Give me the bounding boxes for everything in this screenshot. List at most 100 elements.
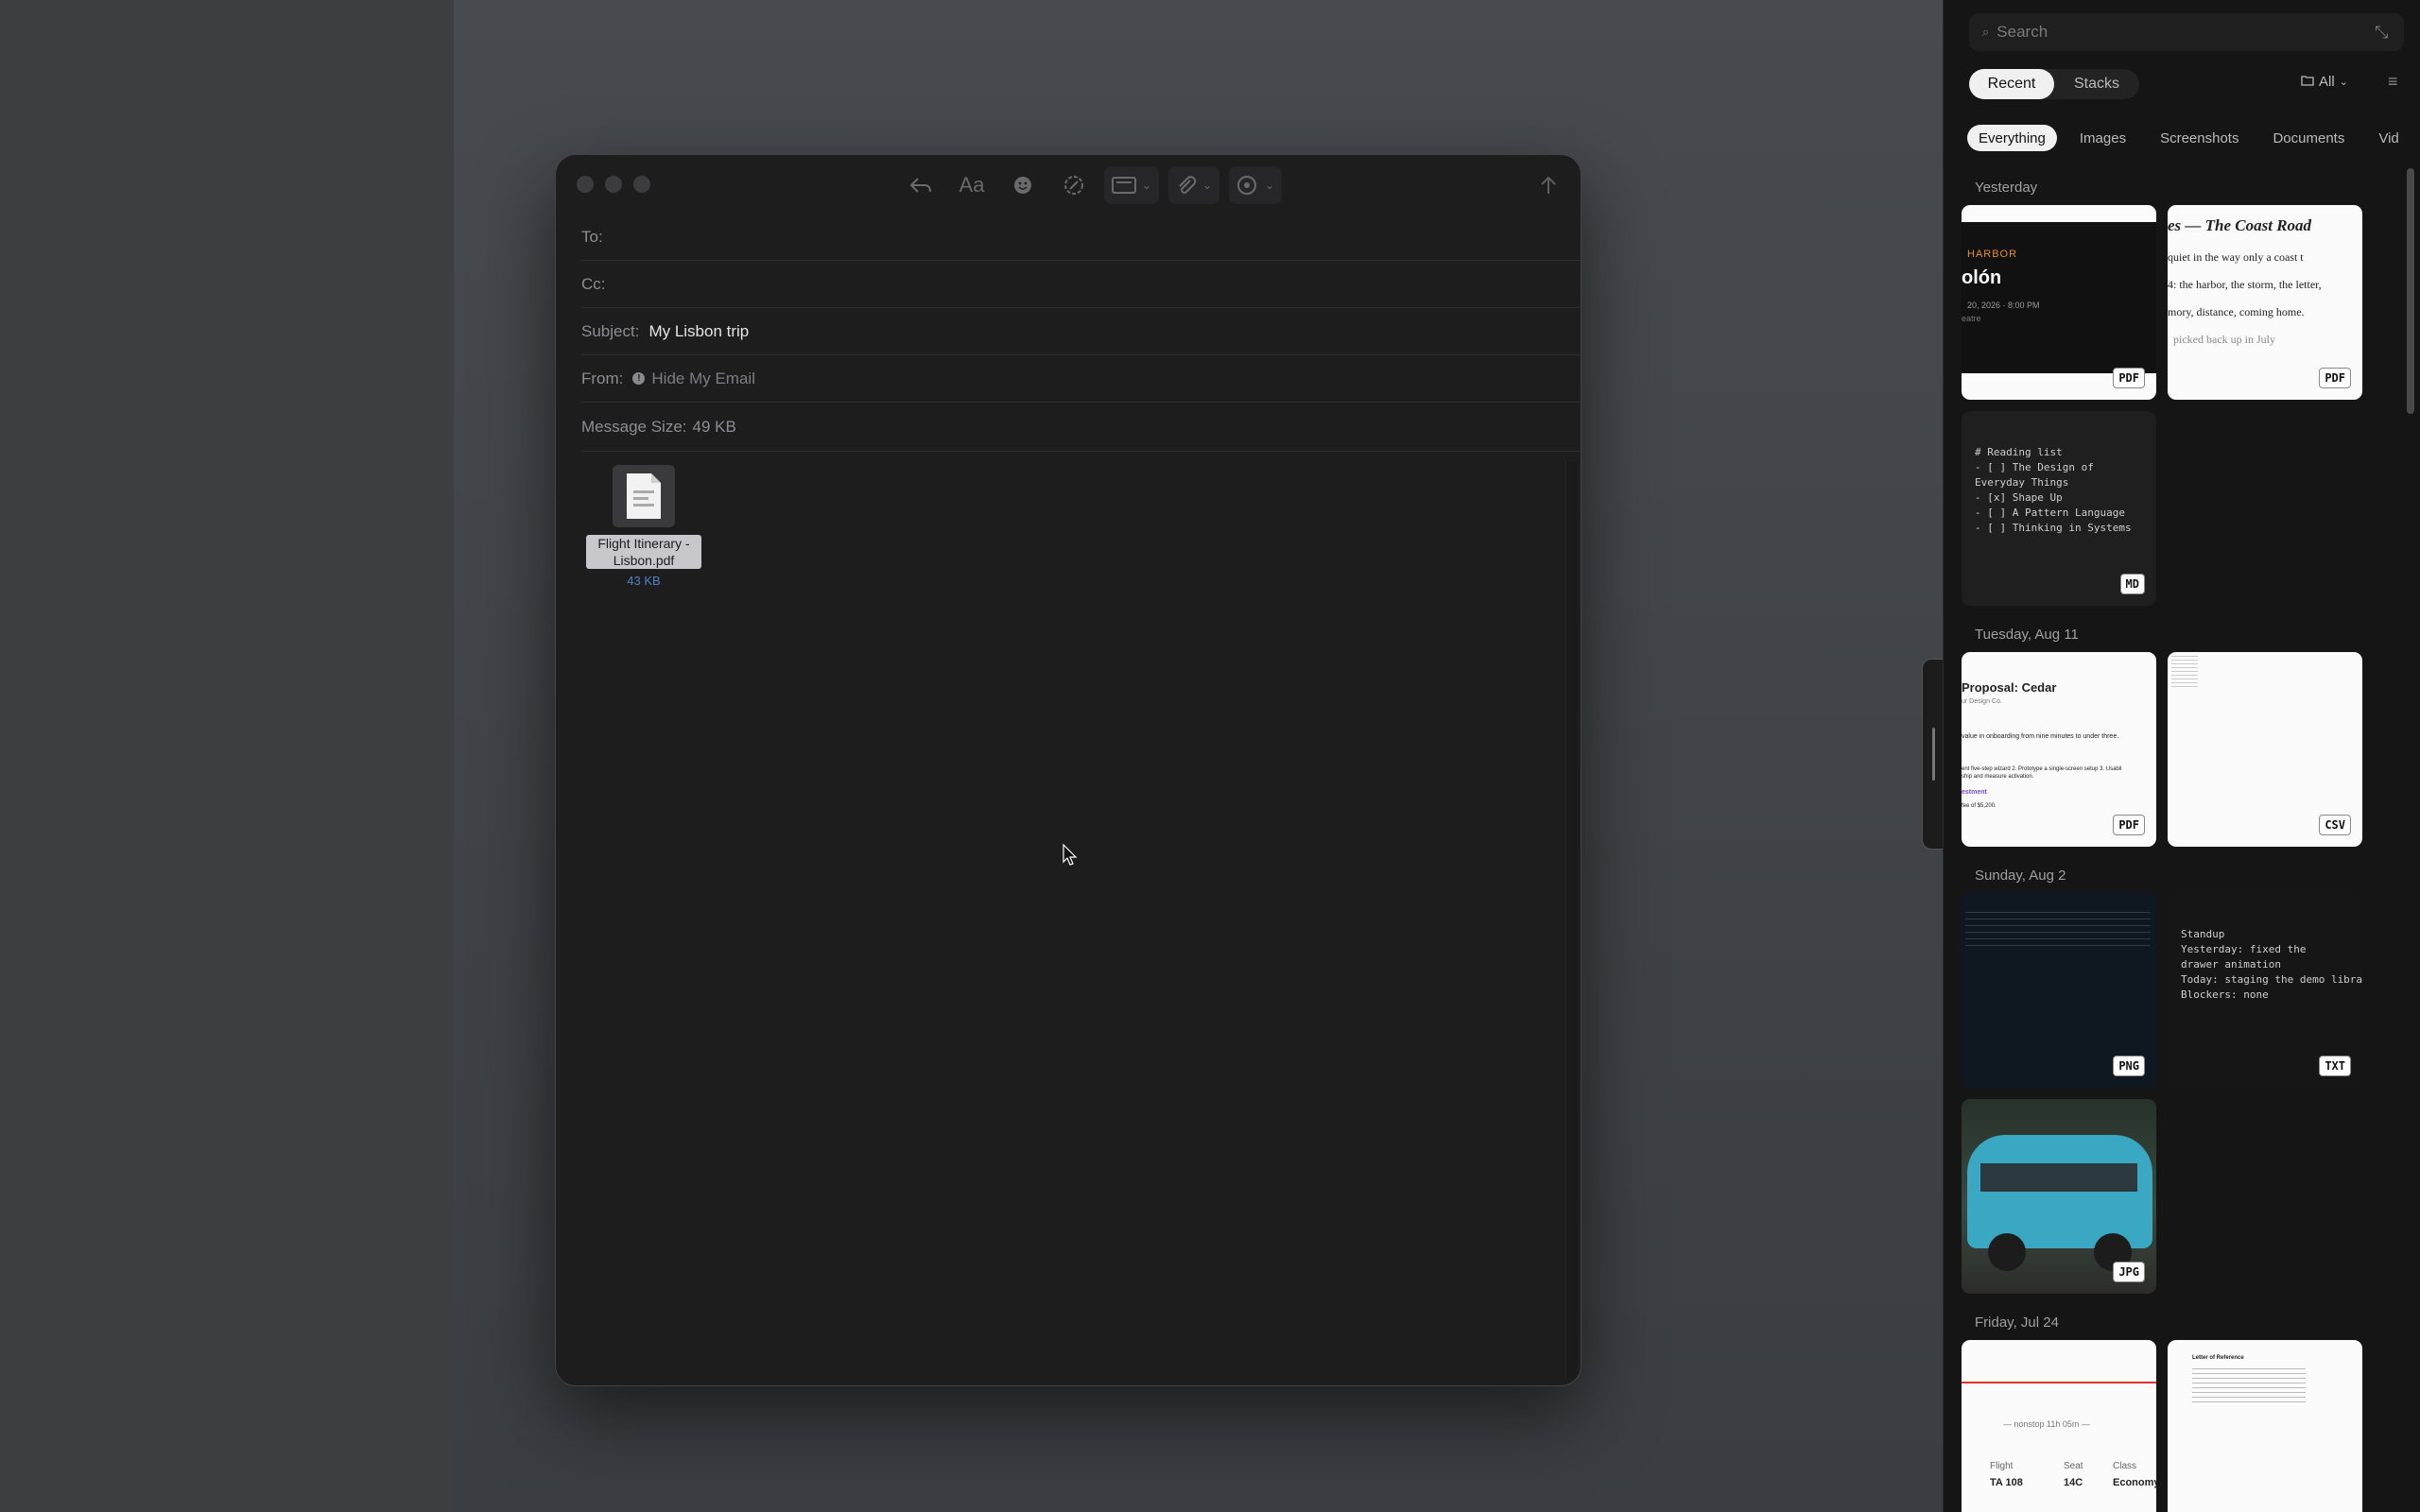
panel-drag-handle[interactable] bbox=[1922, 659, 1943, 850]
file-grid: Proposal: Cedar ur Design Co. value in o… bbox=[1962, 652, 2396, 847]
reply-icon[interactable] bbox=[900, 166, 942, 204]
to-field[interactable]: To: bbox=[581, 214, 1581, 261]
folder-icon bbox=[2301, 74, 2314, 90]
close-button[interactable] bbox=[577, 176, 594, 193]
writing-tools-icon[interactable] bbox=[1053, 166, 1095, 204]
format-button[interactable]: Aa bbox=[951, 166, 993, 204]
from-field: From: ! Hide My Email bbox=[581, 355, 1581, 403]
card-text: Proposal: Cedar bbox=[1962, 680, 2057, 695]
from-selector[interactable]: ! Hide My Email bbox=[632, 369, 755, 388]
compose-toolbar: Aa ⌄ ⌄ ⌄ bbox=[900, 166, 1283, 204]
file-card-screenshot-png[interactable]: PNG bbox=[1962, 893, 2156, 1088]
card-text: Economy bbox=[2113, 1477, 2156, 1488]
desktop-left bbox=[0, 0, 454, 1512]
section-title: Friday, Jul 24 bbox=[1975, 1314, 2059, 1331]
card-text: picked back up in July bbox=[2173, 333, 2275, 346]
search-input[interactable] bbox=[1996, 23, 2338, 42]
card-text: fee of $5,200. bbox=[1962, 803, 1996, 809]
card-text: ur Design Co. bbox=[1962, 698, 2002, 705]
body-scrollbar[interactable] bbox=[1565, 461, 1577, 1378]
file-type-badge: PDF bbox=[2113, 815, 2145, 835]
recent-files-list: Yesterday HARBOR olón 20, 2026 · 8:00 PM… bbox=[1944, 180, 2407, 1512]
card-text: quiet in the way only a coast t bbox=[2168, 250, 2304, 264]
attach-menu[interactable]: ⌄ bbox=[1168, 166, 1220, 204]
file-type-badge: PDF bbox=[2319, 368, 2351, 388]
file-card-proposal-pdf[interactable]: Proposal: Cedar ur Design Co. value in o… bbox=[1962, 652, 2156, 847]
chevron-down-icon: ⌄ bbox=[1142, 179, 1152, 192]
file-grid: PNG Standup Yesterday: fixed the drawer … bbox=[1962, 893, 2396, 1294]
view-segmented-control: Recent Stacks bbox=[1969, 69, 2139, 99]
section-title: Sunday, Aug 2 bbox=[1975, 868, 2066, 884]
cc-label: Cc: bbox=[581, 274, 606, 293]
pdf-document-icon bbox=[613, 465, 675, 527]
chip-documents[interactable]: Documents bbox=[2261, 125, 2356, 151]
emoji-icon[interactable] bbox=[1002, 166, 1044, 204]
card-text: — nonstop 11h 05m — bbox=[2003, 1419, 2090, 1429]
from-value: Hide My Email bbox=[651, 369, 755, 387]
file-card-table-csv[interactable]: CSV bbox=[2168, 652, 2362, 847]
card-text: es — The Coast Road bbox=[2168, 216, 2312, 234]
screenshot-thumbnail bbox=[1965, 912, 2151, 950]
card-accent-bar bbox=[1962, 1382, 2156, 1383]
file-card-concert-pdf[interactable]: HARBOR olón 20, 2026 · 8:00 PM eatre PDF bbox=[1962, 205, 2156, 400]
file-card-van-photo-jpg[interactable]: JPG bbox=[1962, 1099, 2156, 1294]
card-text: mory, distance, coming home. bbox=[2168, 305, 2305, 318]
file-type-badge: MD bbox=[2119, 574, 2145, 594]
file-grid: — nonstop 11h 05m — Flight Seat Class TA… bbox=[1962, 1340, 2396, 1512]
tab-stacks[interactable]: Stacks bbox=[2054, 69, 2139, 99]
chip-screenshots[interactable]: Screenshots bbox=[2149, 125, 2250, 151]
photo-thumbnail bbox=[1967, 1135, 2152, 1248]
attachment[interactable]: Flight Itinerary - Lisbon.pdf 43 KB bbox=[584, 465, 703, 588]
file-card-coast-road-pdf[interactable]: es — The Coast Road quiet in the way onl… bbox=[2168, 205, 2362, 400]
card-text: 14C bbox=[2064, 1477, 2083, 1488]
attachment-name: Flight Itinerary - Lisbon.pdf bbox=[586, 535, 701, 569]
subject-label: Subject: bbox=[581, 321, 640, 340]
cc-field[interactable]: Cc: bbox=[581, 261, 1581, 308]
panel-scrollbar[interactable] bbox=[2407, 168, 2414, 414]
file-card-boarding-pass[interactable]: — nonstop 11h 05m — Flight Seat Class TA… bbox=[1962, 1340, 2156, 1512]
send-button[interactable] bbox=[1530, 166, 1567, 204]
mouse-pointer-icon bbox=[1063, 843, 1078, 871]
card-text: 20, 2026 · 8:00 PM bbox=[1967, 301, 2040, 310]
chevron-down-icon: ⌄ bbox=[1202, 179, 1213, 192]
expand-icon[interactable]: ⤡ bbox=[2375, 23, 2388, 43]
message-size-value: 49 KB bbox=[692, 417, 736, 436]
file-card-reference-letter[interactable]: Letter of Reference bbox=[2168, 1340, 2362, 1512]
paperclip-icon bbox=[1176, 175, 1197, 196]
subject-value[interactable]: My Lisbon trip bbox=[648, 322, 749, 341]
file-card-standup-txt[interactable]: Standup Yesterday: fixed the drawer anim… bbox=[2168, 893, 2362, 1088]
filter-icon[interactable]: ≡ bbox=[2388, 72, 2398, 92]
photo-browser-menu[interactable]: ⌄ bbox=[1229, 166, 1283, 204]
header-fields-menu[interactable]: ⌄ bbox=[1104, 166, 1160, 204]
tab-recent[interactable]: Recent bbox=[1969, 69, 2054, 99]
chevron-down-icon: ⌄ bbox=[2339, 77, 2348, 88]
message-size-label: Message Size: bbox=[581, 417, 687, 436]
to-label: To: bbox=[581, 227, 603, 246]
file-type-badge: PDF bbox=[2113, 368, 2145, 388]
chip-videos[interactable]: Vid bbox=[2367, 125, 2410, 151]
mail-compose-window: Aa ⌄ ⌄ ⌄ To: Cc: Subject: My Lisbon trip… bbox=[555, 154, 1582, 1386]
chip-images[interactable]: Images bbox=[2068, 125, 2137, 151]
card-text: Class bbox=[2113, 1461, 2137, 1471]
message-body[interactable]: Flight Itinerary - Lisbon.pdf 43 KB bbox=[556, 452, 1581, 1385]
scope-label: All bbox=[2319, 74, 2335, 90]
minimize-button[interactable] bbox=[605, 176, 622, 193]
scope-menu[interactable]: All ⌄ bbox=[2301, 74, 2348, 90]
spreadsheet-thumbnail bbox=[2171, 656, 2198, 690]
card-text: estment bbox=[1962, 789, 1987, 796]
card-text: TA 108 bbox=[1990, 1477, 2023, 1488]
card-text: Standup Yesterday: fixed the drawer anim… bbox=[2181, 928, 2362, 1001]
card-text: eatre bbox=[1962, 314, 1981, 323]
letter-thumbnail bbox=[2192, 1368, 2306, 1406]
card-text: HARBOR bbox=[1967, 249, 2018, 260]
chip-everything[interactable]: Everything bbox=[1967, 125, 2057, 151]
file-type-badge: TXT bbox=[2319, 1056, 2351, 1076]
file-type-badge: CSV bbox=[2319, 815, 2351, 835]
search-box[interactable]: ⌕ bbox=[1969, 13, 2404, 51]
zoom-button[interactable] bbox=[633, 176, 650, 193]
header-fields-icon bbox=[1112, 177, 1136, 194]
file-card-reading-list-md[interactable]: # Reading list - [ ] The Design of Every… bbox=[1962, 411, 2156, 606]
subject-field[interactable]: Subject: My Lisbon trip bbox=[581, 308, 1581, 355]
file-type-badge: JPG bbox=[2113, 1262, 2145, 1282]
type-filter-chips: Everything Images Screenshots Documents … bbox=[1967, 125, 2420, 151]
